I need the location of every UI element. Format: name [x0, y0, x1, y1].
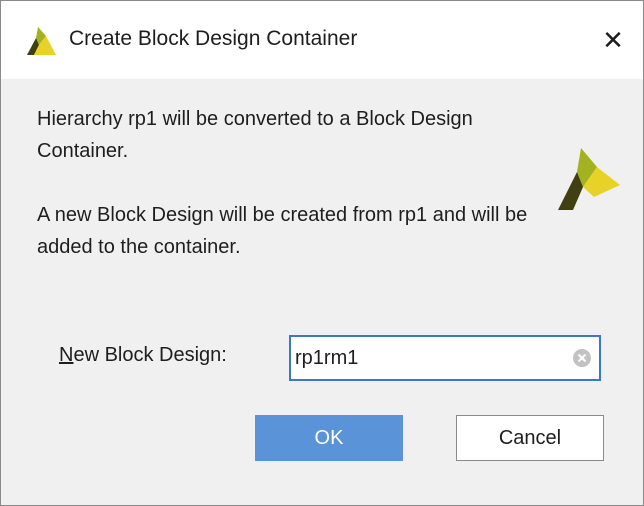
close-button[interactable]: ✕: [583, 1, 643, 79]
label-mnemonic: N: [59, 344, 74, 366]
creation-message: A new Block Design will be created from …: [37, 204, 528, 258]
create-block-design-container-dialog: Create Block Design Container ✕ Hierarch…: [0, 0, 644, 506]
vivado-logo-large-icon: [554, 145, 622, 213]
new-block-design-input[interactable]: [295, 337, 565, 379]
conversion-message: Hierarchy rp1 will be converted to a Blo…: [37, 108, 473, 162]
close-icon: ✕: [602, 24, 624, 55]
title-bar[interactable]: Create Block Design Container ✕: [1, 1, 643, 79]
vivado-logo-icon: [24, 24, 58, 58]
new-block-design-field[interactable]: [289, 335, 601, 381]
new-block-design-label: New Block Design:: [59, 344, 227, 367]
cancel-button[interactable]: Cancel: [456, 415, 604, 461]
ok-button[interactable]: OK: [255, 415, 403, 461]
label-text: ew Block Design:: [73, 344, 227, 366]
clear-icon[interactable]: [572, 348, 592, 368]
window-title: Create Block Design Container: [69, 27, 358, 50]
